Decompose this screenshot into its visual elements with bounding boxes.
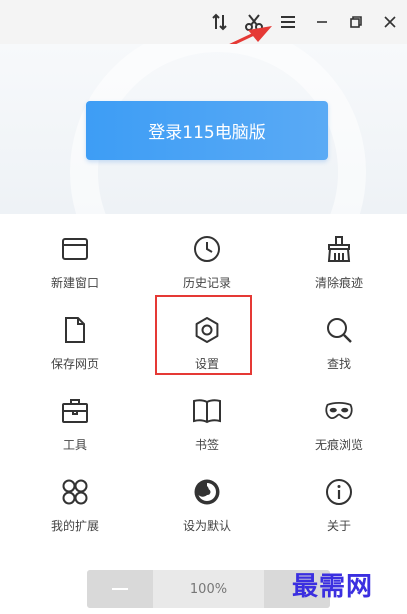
minus-icon bbox=[112, 588, 128, 590]
menu-item-new-window[interactable]: 新建窗口 bbox=[25, 234, 125, 304]
menu-item-label: 关于 bbox=[326, 519, 351, 533]
menu-item-label: 工具 bbox=[62, 438, 87, 452]
mask-icon bbox=[324, 396, 354, 426]
menu-item-label: 新建窗口 bbox=[50, 276, 99, 290]
zoom-level: 100% bbox=[189, 581, 228, 597]
menu-item-label: 历史记录 bbox=[182, 276, 231, 290]
menu-item-bookmarks[interactable]: 书签 bbox=[157, 396, 257, 466]
menu-item-label: 查找 bbox=[326, 357, 351, 371]
search-icon bbox=[324, 315, 354, 345]
menu-item-extensions[interactable]: 我的扩展 bbox=[25, 477, 125, 547]
menu-item-about[interactable]: 关于 bbox=[289, 477, 389, 547]
menu-item-label: 无痕浏览 bbox=[314, 438, 363, 452]
menu-item-label: 清除痕迹 bbox=[314, 276, 363, 290]
zoom-out-button[interactable] bbox=[87, 570, 153, 608]
annotation-highlight-box bbox=[155, 295, 252, 375]
new-window-icon bbox=[60, 234, 90, 264]
menu-item-set-default[interactable]: 设为默认 bbox=[157, 477, 257, 547]
menu-item-save-page[interactable]: 保存网页 bbox=[25, 315, 125, 385]
document-icon bbox=[60, 315, 90, 345]
menu-item-incognito[interactable]: 无痕浏览 bbox=[289, 396, 389, 466]
menu-item-label: 我的扩展 bbox=[50, 519, 99, 533]
clock-icon bbox=[192, 234, 222, 264]
menu-item-label: 保存网页 bbox=[50, 357, 99, 371]
restore-button[interactable] bbox=[339, 0, 373, 44]
menu-item-label: 书签 bbox=[194, 438, 219, 452]
info-icon bbox=[324, 477, 354, 507]
broom-icon bbox=[324, 234, 354, 264]
close-icon bbox=[384, 16, 396, 28]
menu-item-clear-traces[interactable]: 清除痕迹 bbox=[289, 234, 389, 304]
menu-item-history[interactable]: 历史记录 bbox=[157, 234, 257, 304]
default-browser-icon bbox=[192, 477, 222, 507]
menu-item-tools[interactable]: 工具 bbox=[25, 396, 125, 466]
close-button[interactable] bbox=[373, 0, 407, 44]
hamburger-icon bbox=[281, 16, 295, 28]
toolbox-icon bbox=[60, 396, 90, 426]
restore-icon bbox=[350, 16, 362, 28]
minimize-icon bbox=[317, 21, 327, 23]
extensions-icon bbox=[60, 477, 90, 507]
menu-item-label: 设为默认 bbox=[182, 519, 231, 533]
book-icon bbox=[192, 396, 222, 426]
watermark: 最需网 bbox=[292, 572, 374, 602]
login-button[interactable]: 登录115电脑版 bbox=[86, 101, 328, 160]
minimize-button[interactable] bbox=[305, 0, 339, 44]
menu-item-find[interactable]: 查找 bbox=[289, 315, 389, 385]
